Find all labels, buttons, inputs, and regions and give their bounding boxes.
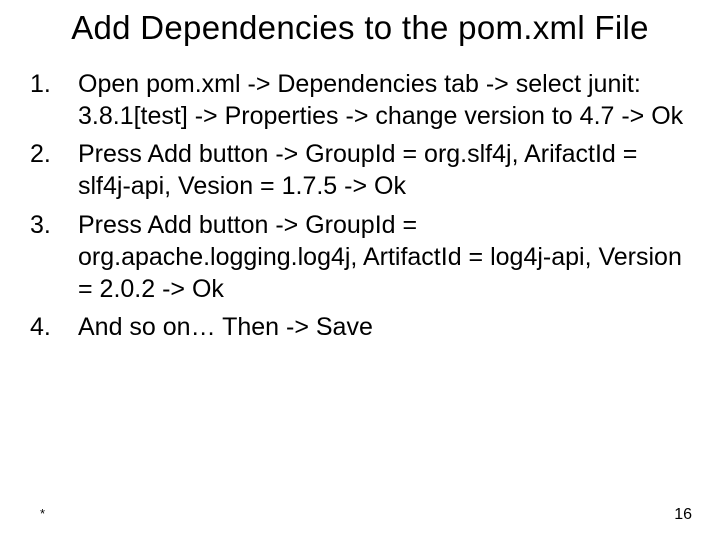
footer-date-placeholder: * (40, 506, 45, 524)
list-item: Open pom.xml -> Dependencies tab -> sele… (78, 68, 690, 133)
list-item: Press Add button -> GroupId = org.apache… (78, 209, 690, 306)
slide-number: 16 (674, 506, 692, 524)
slide-content: Add Dependencies to the pom.xml File Ope… (0, 0, 720, 540)
list-item: Press Add button -> GroupId = org.slf4j,… (78, 138, 690, 203)
steps-list: Open pom.xml -> Dependencies tab -> sele… (30, 68, 690, 344)
slide-title: Add Dependencies to the pom.xml File (30, 8, 690, 48)
list-item: And so on… Then -> Save (78, 311, 690, 343)
slide-footer: * 16 (0, 506, 720, 524)
